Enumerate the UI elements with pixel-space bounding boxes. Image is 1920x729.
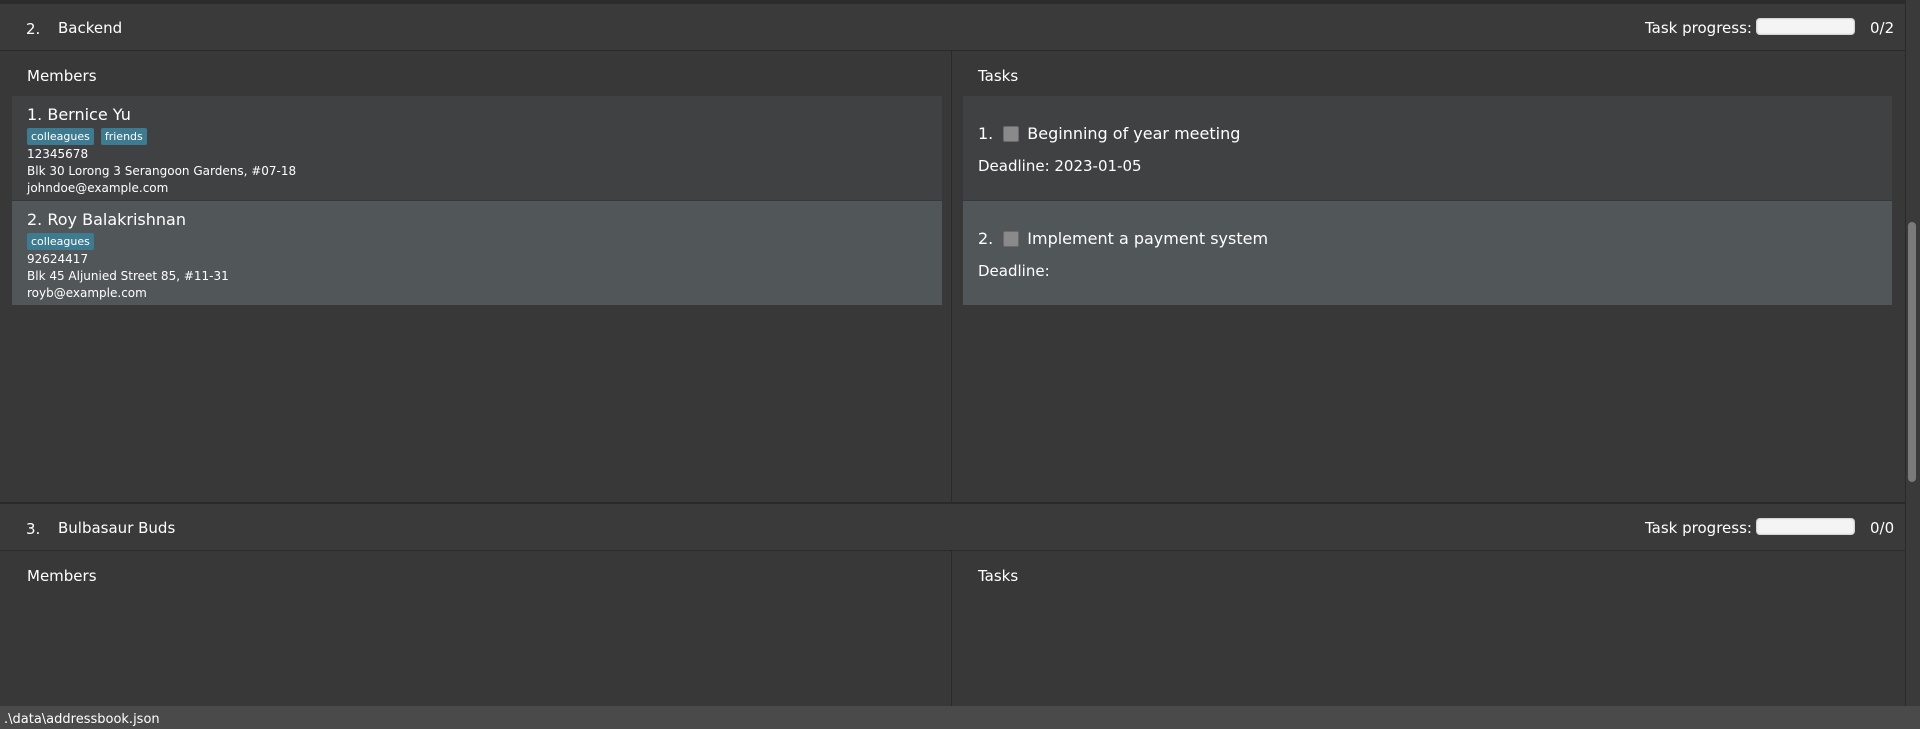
member-tags: colleagues friends	[27, 128, 147, 145]
group-header: 3. Bulbasaur Buds Task progress: 0/0	[0, 504, 1905, 551]
tasks-title: Tasks	[978, 67, 1019, 85]
group-card-bulbasaur-buds[interactable]: 3. Bulbasaur Buds Task progress: 0/0 Mem…	[0, 504, 1905, 706]
group-name: Backend	[58, 19, 123, 37]
tag-badge: colleagues	[27, 233, 94, 250]
member-phone: 12345678	[27, 147, 89, 161]
tag-badge: colleagues	[27, 128, 94, 145]
task-progress-label: Task progress:	[1645, 19, 1752, 37]
member-email: johndoe@example.com	[27, 181, 169, 195]
group-index: 3.	[26, 520, 41, 538]
task-deadline: Deadline: 2023-01-05	[978, 157, 1142, 175]
task-progress-bar	[1756, 518, 1855, 535]
task-progress-bar	[1756, 18, 1855, 35]
tag-badge: friends	[100, 128, 147, 145]
task-progress-count: 0/2	[1870, 19, 1895, 37]
members-panel: Members	[0, 551, 952, 706]
task-card[interactable]: 2. Implement a payment system Deadline:	[963, 201, 1892, 305]
group-index: 2.	[26, 20, 41, 38]
task-progress-label: Task progress:	[1645, 519, 1752, 537]
task-index: 2.	[978, 229, 994, 248]
save-location-path: .\data\addressbook.json	[4, 712, 160, 727]
member-card[interactable]: 1. Bernice Yu colleagues friends 1234567…	[12, 96, 942, 200]
group-header: 2. Backend Task progress: 0/2	[0, 4, 1905, 51]
members-panel: Members 1. Bernice Yu colleagues friends…	[0, 51, 952, 504]
tasks-panel: Tasks 1. Beginning of year meeting Deadl…	[952, 51, 1905, 504]
task-title: Beginning of year meeting	[1027, 124, 1241, 143]
status-bar: .\data\addressbook.json	[0, 706, 1920, 729]
member-name: 1. Bernice Yu	[27, 105, 131, 124]
task-title: Implement a payment system	[1027, 229, 1269, 248]
members-title: Members	[27, 67, 97, 85]
member-email: royb@example.com	[27, 286, 147, 300]
task-card[interactable]: 1. Beginning of year meeting Deadline: 2…	[963, 96, 1892, 200]
tasks-panel: Tasks	[952, 551, 1905, 706]
member-name: 2. Roy Balakrishnan	[27, 210, 186, 229]
task-checkbox[interactable]	[1003, 230, 1020, 247]
member-card[interactable]: 2. Roy Balakrishnan colleagues 92624417 …	[12, 201, 942, 305]
member-tags: colleagues	[27, 233, 94, 250]
task-deadline: Deadline:	[978, 262, 1050, 280]
member-address: Blk 30 Lorong 3 Serangoon Gardens, #07-1…	[27, 164, 297, 178]
members-title: Members	[27, 567, 97, 585]
tasks-title: Tasks	[978, 567, 1019, 585]
task-progress-count: 0/0	[1870, 519, 1895, 537]
group-name: Bulbasaur Buds	[58, 519, 176, 537]
task-index: 1.	[978, 124, 994, 143]
task-title-row: 1. Beginning of year meeting	[978, 124, 1240, 143]
scrollbar-thumb[interactable]	[1908, 222, 1916, 482]
member-phone: 92624417	[27, 252, 89, 266]
group-card-backend[interactable]: 2. Backend Task progress: 0/2 Members 1.…	[0, 4, 1905, 504]
member-address: Blk 45 Aljunied Street 85, #11-31	[27, 269, 229, 283]
task-checkbox[interactable]	[1003, 125, 1020, 142]
task-title-row: 2. Implement a payment system	[978, 229, 1268, 248]
